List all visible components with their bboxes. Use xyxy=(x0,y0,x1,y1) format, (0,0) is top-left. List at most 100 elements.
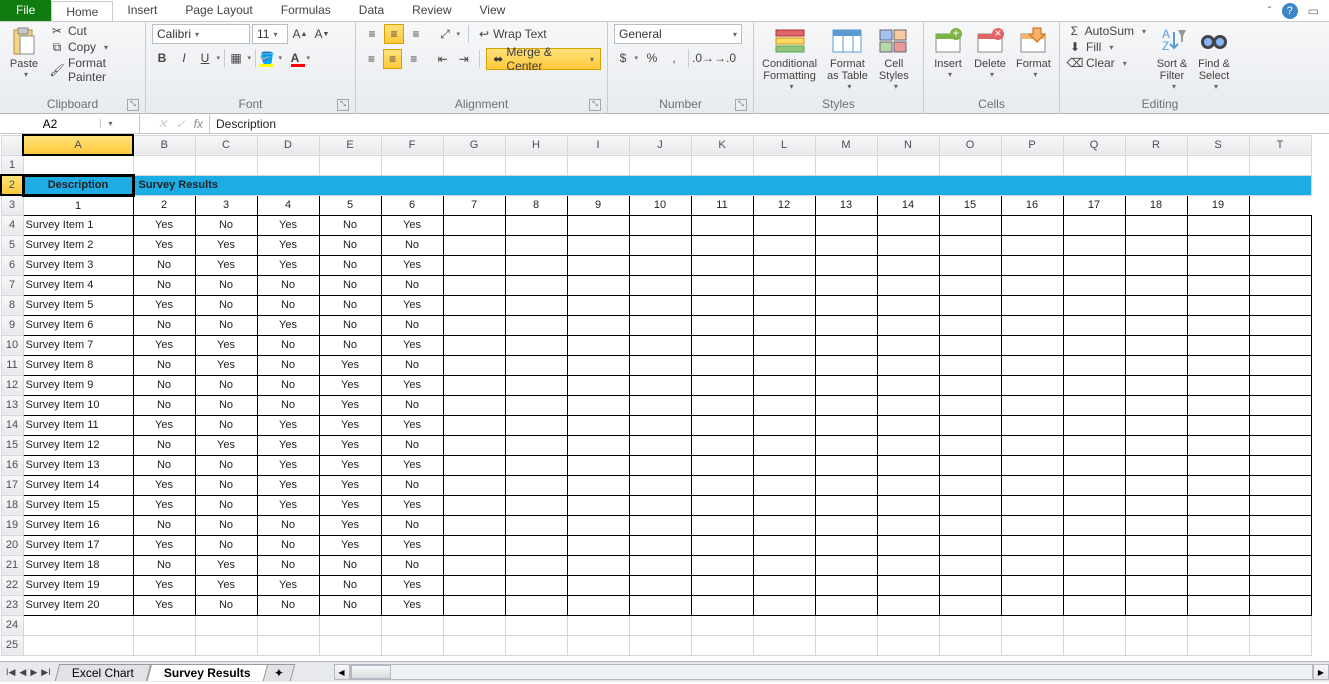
cell-A19[interactable]: Survey Item 16 xyxy=(23,515,133,535)
cell-J10[interactable] xyxy=(629,335,691,355)
alignment-dialog-launcher[interactable]: ⤡ xyxy=(589,99,601,111)
cell-D5[interactable]: Yes xyxy=(257,235,319,255)
cell-E6[interactable]: No xyxy=(319,255,381,275)
tab-data[interactable]: Data xyxy=(345,0,398,21)
cell-C5[interactable]: Yes xyxy=(195,235,257,255)
cell-J6[interactable] xyxy=(629,255,691,275)
row-header-25[interactable]: 25 xyxy=(1,635,23,655)
cell-Q3[interactable]: 16 xyxy=(1001,195,1063,215)
cell-A17[interactable]: Survey Item 14 xyxy=(23,475,133,495)
cell-R18[interactable] xyxy=(1125,495,1187,515)
cell-T6[interactable] xyxy=(1249,255,1311,275)
row-header-24[interactable]: 24 xyxy=(1,615,23,635)
cell-T20[interactable] xyxy=(1249,535,1311,555)
cell-D22[interactable]: Yes xyxy=(257,575,319,595)
cell-P23[interactable] xyxy=(1001,595,1063,615)
cell-O16[interactable] xyxy=(939,455,1001,475)
cell-D12[interactable]: No xyxy=(257,375,319,395)
row-header-23[interactable]: 23 xyxy=(1,595,23,615)
cell-D7[interactable]: No xyxy=(257,275,319,295)
cell-E8[interactable]: No xyxy=(319,295,381,315)
font-dialog-launcher[interactable]: ⤡ xyxy=(337,99,349,111)
cell-N1[interactable] xyxy=(877,155,939,175)
cell-K23[interactable] xyxy=(691,595,753,615)
cell-K13[interactable] xyxy=(691,395,753,415)
tab-insert[interactable]: Insert xyxy=(113,0,171,21)
cell-O17[interactable] xyxy=(939,475,1001,495)
cell-J18[interactable] xyxy=(629,495,691,515)
cell-L8[interactable] xyxy=(753,295,815,315)
cell-E13[interactable]: Yes xyxy=(319,395,381,415)
cell-R8[interactable] xyxy=(1125,295,1187,315)
cell-A20[interactable]: Survey Item 17 xyxy=(23,535,133,555)
cell-O13[interactable] xyxy=(939,395,1001,415)
cell-J11[interactable] xyxy=(629,355,691,375)
cell-B6[interactable]: No xyxy=(133,255,195,275)
cell-G20[interactable] xyxy=(443,535,505,555)
cell-N11[interactable] xyxy=(877,355,939,375)
cell-S19[interactable] xyxy=(1187,515,1249,535)
cell-F23[interactable]: Yes xyxy=(381,595,443,615)
cell-H5[interactable] xyxy=(505,235,567,255)
cell-P17[interactable] xyxy=(1001,475,1063,495)
cell-K21[interactable] xyxy=(691,555,753,575)
cell-F18[interactable]: Yes xyxy=(381,495,443,515)
cell-H10[interactable] xyxy=(505,335,567,355)
cell-J25[interactable] xyxy=(629,635,691,655)
cell-A5[interactable]: Survey Item 2 xyxy=(23,235,133,255)
cell-S7[interactable] xyxy=(1187,275,1249,295)
cell-N9[interactable] xyxy=(877,315,939,335)
cell-E18[interactable]: Yes xyxy=(319,495,381,515)
cell-G14[interactable] xyxy=(443,415,505,435)
cell-M14[interactable] xyxy=(815,415,877,435)
cell-G12[interactable] xyxy=(443,375,505,395)
cell-I16[interactable] xyxy=(567,455,629,475)
cell-D24[interactable] xyxy=(257,615,319,635)
cell-M13[interactable] xyxy=(815,395,877,415)
col-header-E[interactable]: E xyxy=(319,135,381,155)
cell-N14[interactable] xyxy=(877,415,939,435)
cell-P9[interactable] xyxy=(1001,315,1063,335)
cell-G17[interactable] xyxy=(443,475,505,495)
cell-L5[interactable] xyxy=(753,235,815,255)
cell-M17[interactable] xyxy=(815,475,877,495)
cell-L19[interactable] xyxy=(753,515,815,535)
fx-icon[interactable]: fx xyxy=(194,117,203,131)
cell-C8[interactable]: No xyxy=(195,295,257,315)
cell-N13[interactable] xyxy=(877,395,939,415)
enter-formula-icon[interactable]: ✓ xyxy=(176,117,186,131)
cell-I10[interactable] xyxy=(567,335,629,355)
cell-I24[interactable] xyxy=(567,615,629,635)
cell-Q1[interactable] xyxy=(1063,155,1125,175)
cell-O25[interactable] xyxy=(939,635,1001,655)
cell-Q24[interactable] xyxy=(1063,615,1125,635)
cell-P5[interactable] xyxy=(1001,235,1063,255)
cell-B3[interactable]: 1 xyxy=(23,195,133,215)
cell-N7[interactable] xyxy=(877,275,939,295)
cell-F5[interactable]: No xyxy=(381,235,443,255)
cell-A25[interactable] xyxy=(23,635,133,655)
cell-G10[interactable] xyxy=(443,335,505,355)
grow-font-button[interactable]: A▲ xyxy=(290,24,310,44)
cell-M18[interactable] xyxy=(815,495,877,515)
cell-I19[interactable] xyxy=(567,515,629,535)
cell-K4[interactable] xyxy=(691,215,753,235)
col-header-G[interactable]: G xyxy=(443,135,505,155)
cell-S25[interactable] xyxy=(1187,635,1249,655)
cell-I23[interactable] xyxy=(567,595,629,615)
row-header-12[interactable]: 12 xyxy=(1,375,23,395)
cell-I11[interactable] xyxy=(567,355,629,375)
cell-O9[interactable] xyxy=(939,315,1001,335)
worksheet-grid[interactable]: ABCDEFGHIJKLMNOPQRST12DescriptionSurvey … xyxy=(0,134,1329,661)
cell-S8[interactable] xyxy=(1187,295,1249,315)
cell-L12[interactable] xyxy=(753,375,815,395)
cell-N23[interactable] xyxy=(877,595,939,615)
cell-N16[interactable] xyxy=(877,455,939,475)
row-header-15[interactable]: 15 xyxy=(1,435,23,455)
cell-S9[interactable] xyxy=(1187,315,1249,335)
row-header-3[interactable]: 3 xyxy=(1,195,23,215)
cell-I9[interactable] xyxy=(567,315,629,335)
cell-R9[interactable] xyxy=(1125,315,1187,335)
cell-B20[interactable]: Yes xyxy=(133,535,195,555)
cell-G5[interactable] xyxy=(443,235,505,255)
